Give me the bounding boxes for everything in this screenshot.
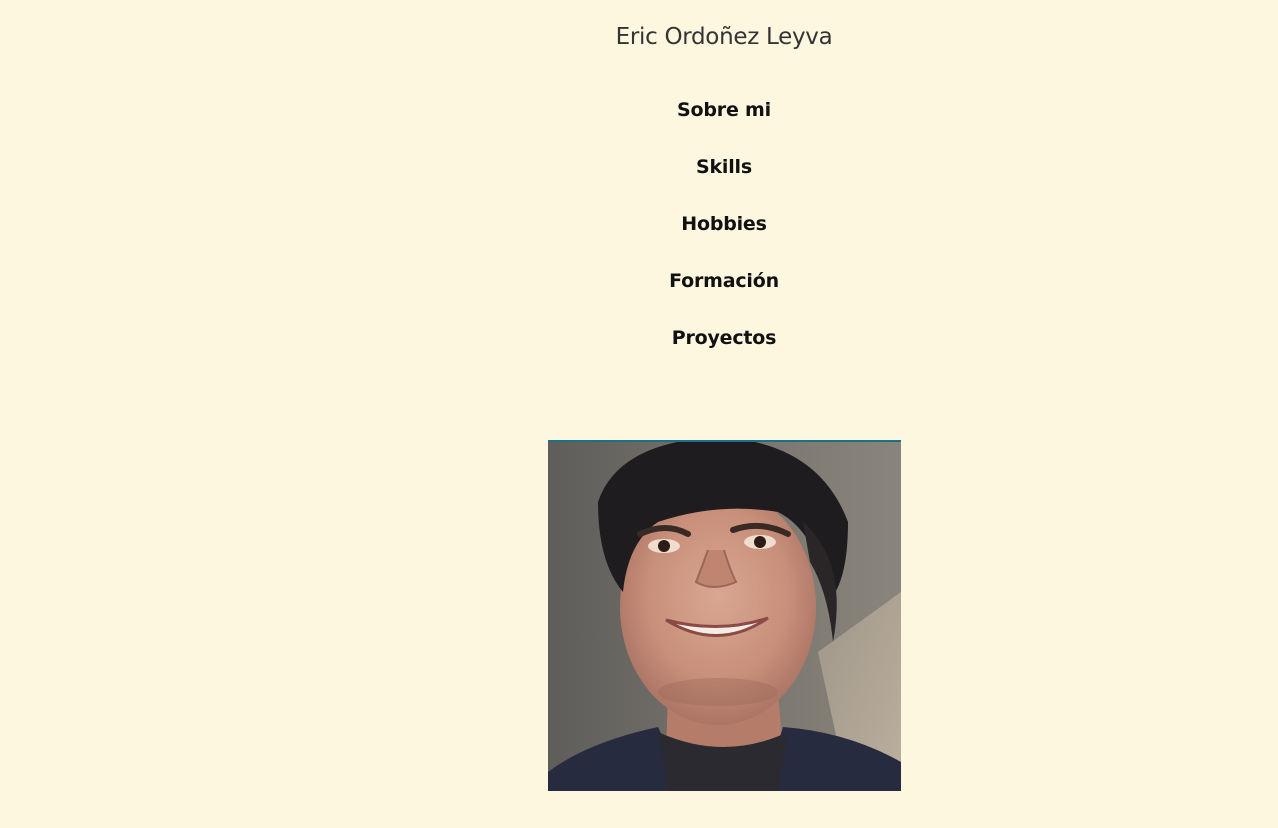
nav-link-proyectos[interactable]: Proyectos bbox=[672, 323, 777, 353]
nav-item-hobbies: Hobbies bbox=[170, 209, 1278, 266]
nav-item-sobre-mi: Sobre mi bbox=[170, 95, 1278, 152]
portfolio-page: Eric Ordoñez Leyva Sobre mi Skills Hobbi… bbox=[0, 0, 1278, 828]
profile-photo-illustration bbox=[548, 442, 901, 791]
nav-item-skills: Skills bbox=[170, 152, 1278, 209]
profile-photo bbox=[548, 440, 901, 791]
main-navigation: Sobre mi Skills Hobbies Formación Proyec… bbox=[0, 95, 1278, 380]
site-title: Eric Ordoñez Leyva bbox=[615, 24, 833, 50]
nav-item-formacion: Formación bbox=[170, 266, 1278, 323]
nav-item-proyectos: Proyectos bbox=[170, 323, 1278, 380]
nav-link-hobbies[interactable]: Hobbies bbox=[681, 209, 767, 239]
nav-link-skills[interactable]: Skills bbox=[696, 152, 752, 182]
nav-link-formacion[interactable]: Formación bbox=[669, 266, 779, 296]
nav-link-sobre-mi[interactable]: Sobre mi bbox=[677, 95, 771, 125]
